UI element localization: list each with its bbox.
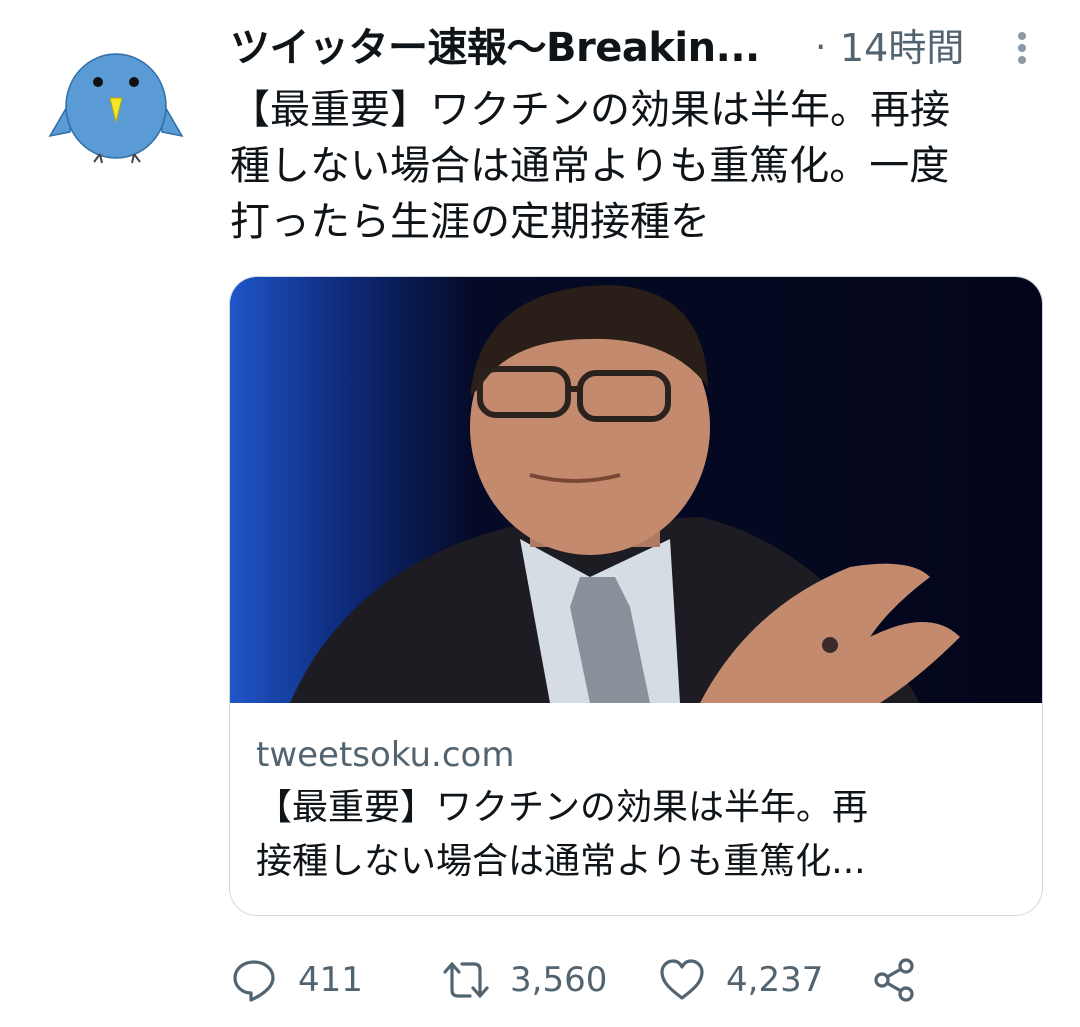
- heart-icon: [660, 959, 704, 1000]
- reply-icon: [233, 960, 275, 1002]
- tweet-text: 【最重要】ワクチンの効果は半年。再接 種しない場合は通常よりも重篤化。一度 打っ…: [230, 87, 950, 245]
- separator-dot: ·: [815, 27, 827, 68]
- share-button[interactable]: [870, 950, 918, 1010]
- retweet-button[interactable]: 3,560: [442, 950, 607, 1010]
- card-image: [230, 277, 1042, 703]
- card-domain: tweetsoku.com: [256, 735, 515, 775]
- more-vertical-icon: [1018, 32, 1026, 64]
- retweet-count: 3,560: [510, 960, 608, 1000]
- like-count: 4,237: [726, 960, 824, 1000]
- author-name[interactable]: ツイッター速報〜Breakin...: [230, 22, 760, 74]
- more-options-button[interactable]: [1002, 28, 1042, 68]
- card-title: 【最重要】ワクチンの効果は半年。再 接種しない場合は通常よりも重篤化...: [256, 787, 869, 882]
- tweet-header: ツイッター速報〜Breakin... · 14時間: [230, 22, 1050, 74]
- tweet-actions: 411 3,560 4,237: [230, 950, 1030, 1010]
- tweet-timestamp[interactable]: 14時間: [840, 22, 964, 74]
- share-icon: [874, 958, 914, 1002]
- like-button[interactable]: 4,237: [658, 950, 823, 1010]
- link-card[interactable]: tweetsoku.com 【最重要】ワクチンの効果は半年。再 接種しない場合は…: [229, 276, 1043, 916]
- reply-count: 411: [298, 960, 363, 1000]
- author-avatar[interactable]: [42, 50, 190, 165]
- retweet-icon: [443, 962, 489, 998]
- bird-avatar-icon: [48, 53, 184, 164]
- reply-button[interactable]: 411: [230, 950, 363, 1010]
